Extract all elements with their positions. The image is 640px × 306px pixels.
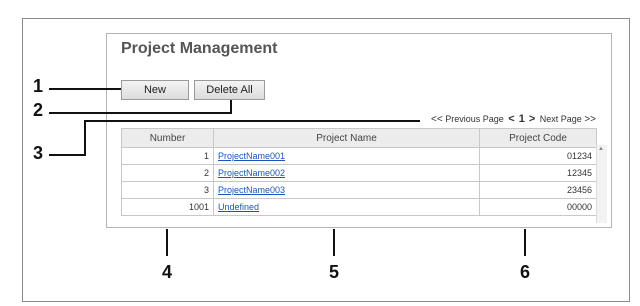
table-row[interactable]: 1001 Undefined 00000: [121, 198, 597, 216]
delete-all-button[interactable]: Delete All: [194, 80, 265, 100]
row-number: 2: [121, 164, 214, 182]
next-page-arrow[interactable]: >: [529, 113, 535, 125]
callout-number: 4: [162, 262, 173, 282]
table-header-row: Number Project Name Project Code: [121, 128, 597, 148]
callout-line: [49, 88, 121, 90]
row-number: 1: [121, 147, 214, 165]
callout-line: [49, 112, 232, 114]
new-button[interactable]: New: [121, 80, 189, 100]
callout-line: [84, 120, 86, 156]
callout-number: 1: [33, 76, 44, 96]
row-project-code: 01234: [479, 147, 597, 165]
table-row[interactable]: 2 ProjectName002 12345: [121, 164, 597, 182]
project-name-link[interactable]: ProjectName002: [218, 168, 285, 178]
row-number: 3: [121, 181, 214, 199]
callout-number: 5: [329, 262, 340, 282]
column-header-project-name[interactable]: Project Name: [213, 128, 480, 148]
pagination: << Previous Page <1 > Next Page >>: [386, 113, 596, 125]
callout-number: 3: [33, 143, 44, 163]
column-header-project-code[interactable]: Project Code: [479, 128, 597, 148]
project-name-link[interactable]: Undefined: [218, 202, 259, 212]
row-project-name-cell: ProjectName002: [213, 164, 480, 182]
callout-line: [230, 100, 232, 114]
current-page-number: 1: [518, 113, 525, 125]
project-name-link[interactable]: ProjectName003: [218, 185, 285, 195]
callout-line: [333, 229, 335, 256]
column-header-number[interactable]: Number: [121, 128, 214, 148]
scroll-up-arrow-icon[interactable]: ▲: [598, 146, 604, 152]
callout-line: [84, 120, 420, 122]
table-row[interactable]: 1 ProjectName001 01234: [121, 147, 597, 165]
callout-number: 2: [33, 100, 44, 120]
row-project-code: 00000: [479, 198, 597, 216]
callout-line: [524, 229, 526, 256]
row-project-name-cell: ProjectName003: [213, 181, 480, 199]
row-project-code: 12345: [479, 164, 597, 182]
project-name-link[interactable]: ProjectName001: [218, 151, 285, 161]
previous-page-arrow[interactable]: <: [508, 113, 514, 125]
page-title: Project Management: [121, 40, 278, 57]
next-page-link[interactable]: Next Page: [540, 114, 582, 124]
table-scrollbar[interactable]: [596, 145, 607, 223]
previous-page-link[interactable]: Previous Page: [445, 114, 504, 124]
callout-number: 6: [520, 262, 531, 282]
row-project-code: 23456: [479, 181, 597, 199]
row-project-name-cell: ProjectName001: [213, 147, 480, 165]
project-table: Number Project Name Project Code 1 Proje…: [121, 128, 597, 216]
previous-arrows[interactable]: <<: [431, 114, 443, 125]
callout-line: [49, 154, 85, 156]
row-project-name-cell: Undefined: [213, 198, 480, 216]
next-arrows[interactable]: >>: [584, 114, 596, 125]
row-number: 1001: [121, 198, 214, 216]
table-row[interactable]: 3 ProjectName003 23456: [121, 181, 597, 199]
callout-line: [166, 229, 168, 256]
